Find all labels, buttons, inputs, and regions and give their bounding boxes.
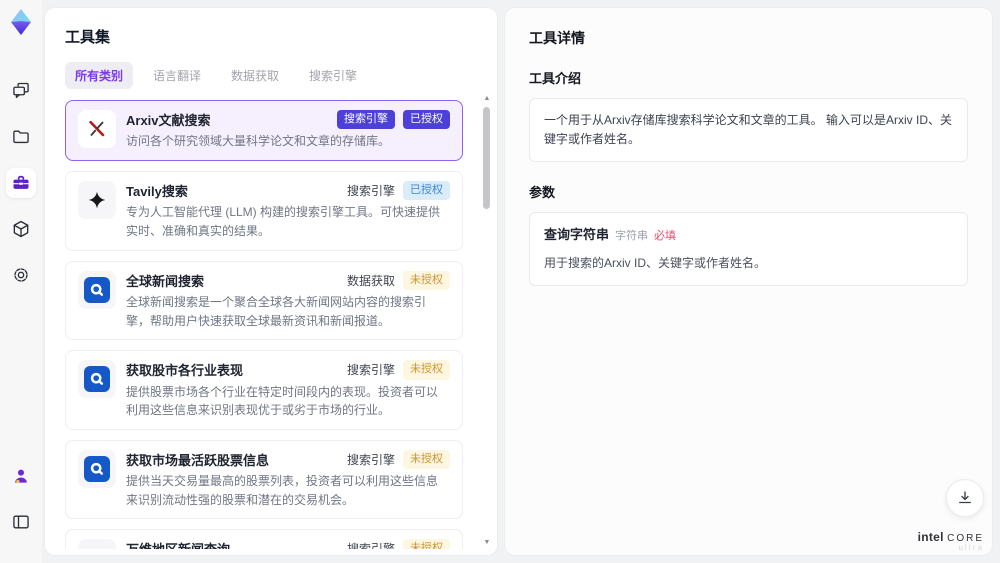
folder-icon bbox=[11, 127, 31, 147]
gear-icon bbox=[11, 265, 31, 285]
tool-description: 提供当天交易量最高的股票列表，投资者可以利用这些信息来识别流动性强的股票和潜在的… bbox=[126, 474, 439, 507]
toolbox-icon bbox=[11, 173, 31, 193]
params-heading: 参数 bbox=[529, 185, 556, 201]
tab-2[interactable]: 数据获取 bbox=[221, 62, 289, 89]
intro-text: 一个用于从Arxiv存储库搜索科学论文和文章的工具。 输入可以是Arxiv ID… bbox=[544, 113, 953, 147]
tool-status-badge: 未授权 bbox=[403, 360, 450, 380]
arxiv-icon bbox=[78, 110, 116, 148]
tool-status-badge: 未授权 bbox=[403, 539, 450, 549]
tool-category: 搜索引擎 bbox=[346, 363, 395, 378]
sidebar-nav bbox=[6, 76, 36, 306]
download-icon bbox=[956, 489, 974, 507]
sidebar-item-cube[interactable] bbox=[6, 214, 36, 244]
tool-list-item[interactable]: 获取股市各行业表现 搜索引擎 未授权 提供股票市场各个行业在特定时间段内的表现。… bbox=[65, 350, 463, 430]
tool-category: 搜索引擎 bbox=[346, 184, 395, 199]
sidebar-item-gear[interactable] bbox=[6, 260, 36, 290]
user-avatar-icon bbox=[11, 466, 31, 486]
parameter-card: 查询字符串 字符串 必填 用于搜索的Arxiv ID、关键字或作者姓名。 bbox=[529, 212, 968, 287]
blue-search-tile bbox=[84, 366, 110, 393]
sidebar-toggle-icon bbox=[11, 512, 31, 532]
app-logo bbox=[7, 8, 35, 36]
tab-3[interactable]: 搜索引擎 bbox=[299, 62, 367, 89]
tool-description: 提供股票市场各个行业在特定时间段内的表现。投资者可以利用这些信息来识别表现优于或… bbox=[126, 384, 439, 418]
news-blue-icon bbox=[78, 449, 116, 488]
sidebar-item-sidebar-toggle[interactable] bbox=[6, 507, 36, 537]
sidebar-item-user-avatar[interactable] bbox=[6, 461, 36, 491]
intro-heading: 工具介绍 bbox=[529, 71, 582, 86]
params-list: 查询字符串 字符串 必填 用于搜索的Arxiv ID、关键字或作者姓名。 bbox=[529, 212, 968, 287]
news-blue-icon bbox=[78, 270, 116, 309]
parameter-type: 字符串 bbox=[615, 230, 649, 243]
detail-title: 工具详情 bbox=[529, 30, 585, 46]
blue-search-tile bbox=[84, 455, 110, 482]
tool-name: 获取市场最活跃股票信息 bbox=[126, 452, 270, 468]
tool-name: 获取股市各行业表现 bbox=[126, 363, 244, 379]
tool-status-badge: 未授权 bbox=[403, 270, 450, 290]
tab-0[interactable]: 所有类别 bbox=[65, 62, 134, 89]
tavily-icon bbox=[78, 180, 116, 219]
tool-list-item[interactable]: 获取市场最活跃股票信息 搜索引擎 未授权 提供当天交易量最高的股票列表，投资者可… bbox=[65, 439, 463, 520]
left-sidebar bbox=[0, 0, 42, 563]
parameter-description: 用于搜索的Arxiv ID、关键字或作者姓名。 bbox=[544, 256, 767, 271]
tool-detail-panel: 工具详情 工具介绍 一个用于从Arxiv存储库搜索科学论文和文章的工具。 输入可… bbox=[505, 8, 992, 555]
sidebar-item-chat[interactable] bbox=[6, 76, 36, 106]
news-blue-icon bbox=[78, 360, 116, 399]
tool-list-item[interactable]: 全球新闻搜索 数据获取 未授权 全球新闻搜索是一个聚合全球各大新闻网站内容的搜索… bbox=[65, 260, 463, 341]
tab-1[interactable]: 语言翻译 bbox=[143, 62, 211, 89]
sidebar-item-toolbox[interactable] bbox=[6, 168, 36, 198]
tool-status-badge: 未授权 bbox=[403, 449, 450, 470]
intel-core-logo: intel CORE ultra bbox=[917, 530, 984, 553]
scrollbar-down-arrow[interactable]: ▼ bbox=[482, 538, 492, 547]
category-tabs: 所有类别 语言翻译 数据获取 搜索引擎 bbox=[65, 62, 477, 89]
brand-ultra: ultra bbox=[958, 543, 984, 553]
tool-description: 访问各个研究领域大量科学论文和文章的存储库。 bbox=[126, 134, 391, 149]
tool-list-item[interactable]: Arxiv文献搜索 搜索引擎 已授权 访问各个研究领域大量科学论文和文章的存储库… bbox=[65, 100, 463, 161]
tool-name: Arxiv文献搜索 bbox=[126, 113, 211, 129]
tool-name: 全球新闻搜索 bbox=[126, 273, 205, 289]
tool-name: 万维地区新闻查询 bbox=[126, 539, 230, 549]
tool-category: 数据获取 bbox=[346, 273, 395, 288]
tool-status-badge: 已授权 bbox=[403, 110, 450, 130]
parameter-name: 查询字符串 bbox=[544, 227, 610, 243]
cube-icon bbox=[11, 219, 31, 239]
tool-category: 搜索引擎 bbox=[337, 110, 395, 130]
blue-search-tile bbox=[84, 276, 110, 303]
tool-list: Arxiv文献搜索 搜索引擎 已授权 访问各个研究领域大量科学论文和文章的存储库… bbox=[65, 100, 477, 549]
download-button[interactable] bbox=[946, 479, 984, 517]
scrollbar-up-arrow[interactable]: ▲ bbox=[482, 94, 492, 103]
parameter-required-label: 必填 bbox=[654, 230, 677, 243]
tool-category: 搜索引擎 bbox=[347, 540, 395, 549]
tool-description: 专为人工智能代理 (LLM) 构建的搜索引擎工具。可快速提供实时、准确和真实的结… bbox=[126, 205, 441, 238]
tool-category: 搜索引擎 bbox=[346, 452, 395, 467]
tool-list-item[interactable]: Tavily搜索 搜索引擎 已授权 专为人工智能代理 (LLM) 构建的搜索引擎… bbox=[65, 170, 463, 251]
sidebar-item-folder[interactable] bbox=[6, 122, 36, 152]
chat-icon bbox=[11, 81, 31, 101]
scrollbar-thumb[interactable] bbox=[483, 107, 490, 209]
tool-list-panel: 工具集 所有类别 语言翻译 数据获取 搜索引擎 Arxiv文献搜索 搜索引擎 已授权 … bbox=[45, 8, 497, 555]
sidebar-footer bbox=[6, 461, 36, 553]
newspaper-icon bbox=[78, 539, 116, 549]
scrollbar[interactable]: ▲ ▼ bbox=[482, 94, 492, 547]
page-title: 工具集 bbox=[65, 29, 111, 46]
tool-name: Tavily搜索 bbox=[126, 184, 188, 200]
tool-description: 全球新闻搜索是一个聚合全球各大新闻网站内容的搜索引擎，帮助用户快速获取全球最新资… bbox=[126, 294, 427, 328]
brand-intel: intel bbox=[917, 530, 944, 545]
tool-list-item[interactable]: 万维地区新闻查询 搜索引擎 未授权 查询具体行政区划内的新闻，快速了解各地新闻动 bbox=[65, 529, 463, 549]
intro-box: 一个用于从Arxiv存储库搜索科学论文和文章的工具。 输入可以是Arxiv ID… bbox=[529, 98, 968, 163]
tool-status-badge: 已授权 bbox=[403, 180, 450, 201]
